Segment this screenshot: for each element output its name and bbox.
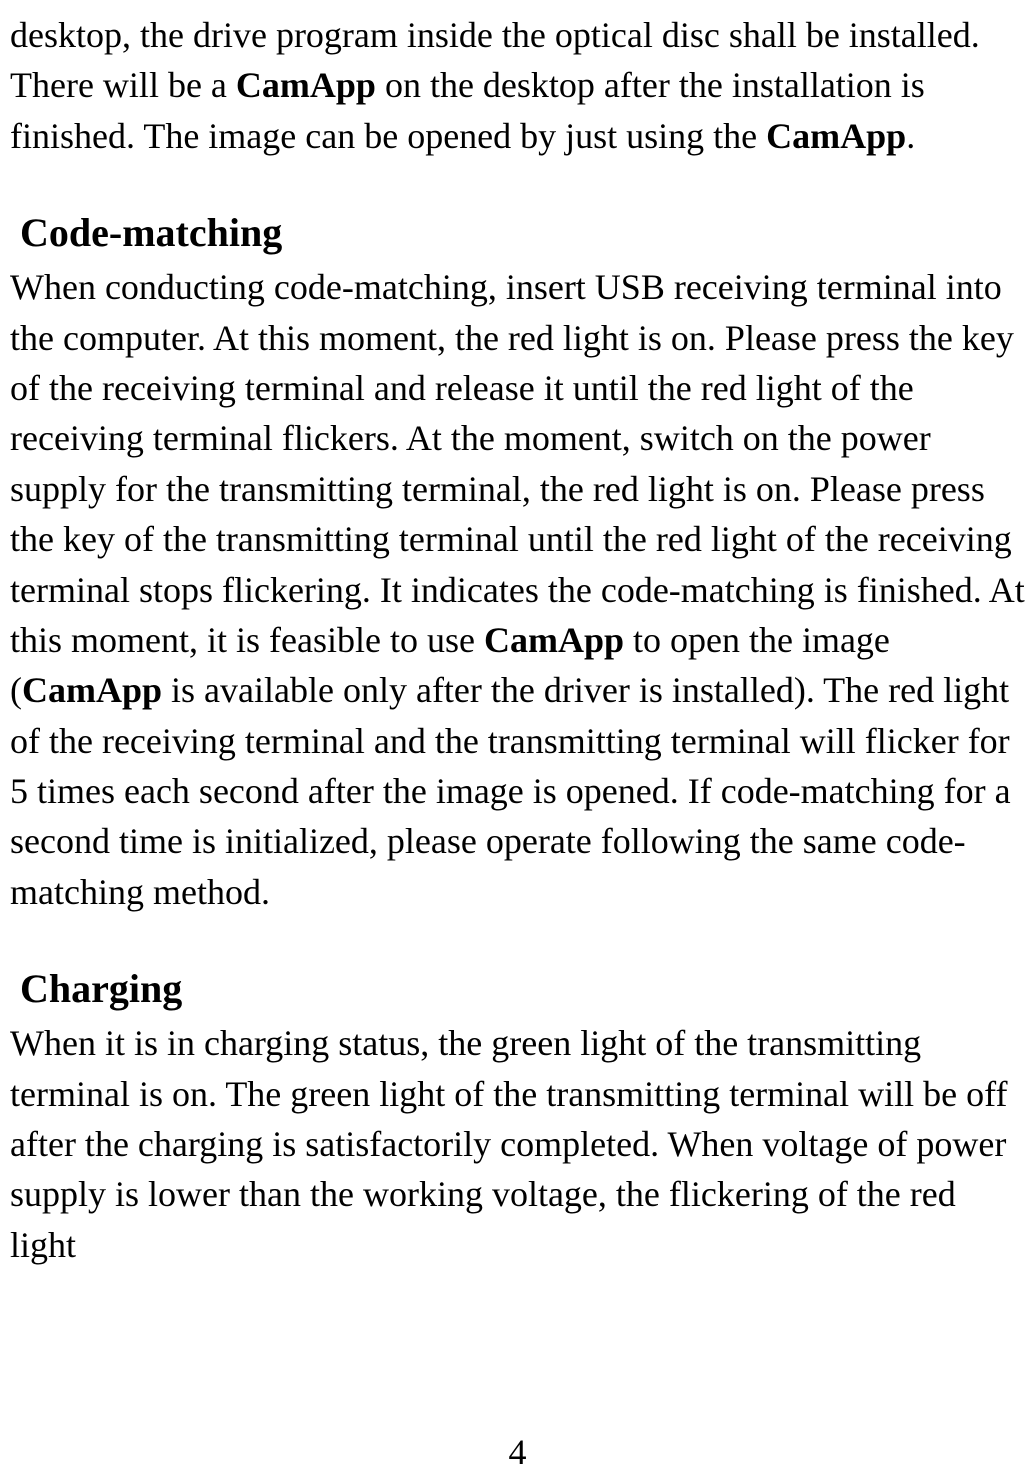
intro-bold-1: CamApp [236,65,376,105]
section-charging: Charging When it is in charging status, … [10,965,1025,1270]
intro-text-3: . [906,116,915,156]
intro-bold-2: CamApp [766,116,906,156]
code-matching-bold-1: CamApp [484,620,624,660]
page-number: 4 [509,1431,527,1473]
intro-paragraph: desktop, the drive program inside the op… [10,10,1025,161]
code-matching-paragraph: When conducting code-matching, insert US… [10,262,1025,917]
heading-code-matching: Code-matching [20,209,1025,256]
code-matching-bold-2: CamApp [22,670,162,710]
section-code-matching: Code-matching When conducting code-match… [10,209,1025,917]
heading-charging: Charging [20,965,1025,1012]
code-matching-text-1: When conducting code-matching, insert US… [10,267,1025,660]
charging-paragraph: When it is in charging status, the green… [10,1018,1025,1270]
